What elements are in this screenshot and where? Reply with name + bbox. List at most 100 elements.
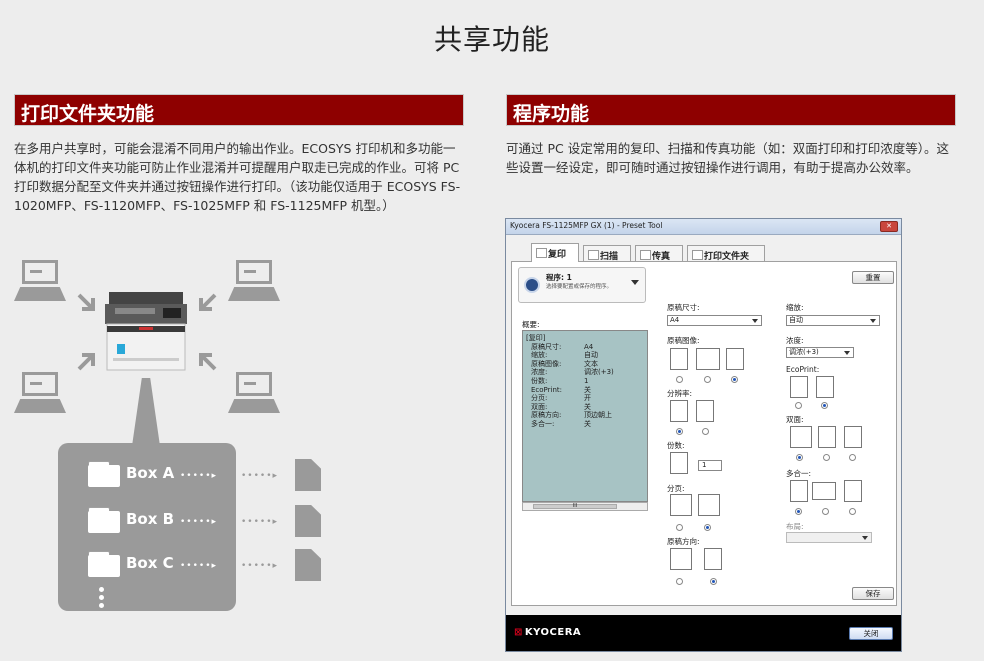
image-text-icon[interactable] xyxy=(670,348,688,370)
duplex-2to2-icon[interactable] xyxy=(844,426,862,448)
copies-icon xyxy=(670,452,688,474)
ecoprint-on-icon[interactable] xyxy=(816,376,834,398)
summary-row: 原稿方向: 顶边朝上 xyxy=(531,411,612,420)
ecoprint-radio[interactable] xyxy=(795,402,802,409)
density-select[interactable]: 调浓(+3) xyxy=(786,347,854,358)
layout-select[interactable] xyxy=(786,532,872,543)
ecoprint-radio[interactable] xyxy=(821,402,828,409)
printer-icon xyxy=(105,292,187,371)
collate-on-icon[interactable] xyxy=(698,494,720,516)
summary-row: EcoPrint: 关 xyxy=(531,385,591,394)
arrow-down-left-icon xyxy=(199,293,217,311)
arrow-up-right-icon xyxy=(77,353,95,371)
zoom-select[interactable]: 自动 xyxy=(786,315,880,326)
collate-label: 分页: xyxy=(667,484,685,493)
duplex-1to2-icon[interactable] xyxy=(818,426,836,448)
save-button[interactable]: 保存 xyxy=(852,587,894,600)
summary-list: [复印] 原稿尺寸: A4 缩放: 自动 原稿图像: 文本 浓度: 调浓(+3) 份数:… xyxy=(522,330,648,502)
duplex-label: 双面: xyxy=(786,415,804,424)
dots-arrow: •••••▸ xyxy=(180,471,218,481)
orientation-label: 原稿方向: xyxy=(667,537,700,546)
orientation-top-icon[interactable] xyxy=(670,548,692,570)
preset-tool-window: Kyocera FS-1125MFP GX (1) - Preset Tool … xyxy=(505,218,902,652)
resolution-label: 分辨率: xyxy=(667,389,693,398)
summary-row: 缩放: 自动 xyxy=(531,351,598,360)
layout-label: 布局: xyxy=(786,522,804,531)
arrow-up-left-icon xyxy=(199,353,217,371)
arrow-down-right-icon xyxy=(77,293,95,311)
print-folder-heading: 打印文件夹功能 xyxy=(14,94,464,126)
box-row: Box C •••••▸ •••••▸ xyxy=(88,547,321,581)
original-size-label: 原稿尺寸: xyxy=(667,303,700,312)
summary-row: 多合一: 关 xyxy=(531,419,591,428)
image-radio[interactable] xyxy=(676,376,683,383)
page-title: 共享功能 xyxy=(433,23,550,56)
summary-row: 分页: 开 xyxy=(531,394,591,403)
computer-icon xyxy=(14,260,66,304)
dots-arrow: •••••▸ xyxy=(180,561,218,571)
resolution-radio[interactable] xyxy=(702,428,709,435)
duplex-radio[interactable] xyxy=(823,454,830,461)
orientation-radio[interactable] xyxy=(710,578,717,585)
resolution-high-icon[interactable] xyxy=(670,400,688,422)
folder-icon xyxy=(88,461,120,487)
tab-scan[interactable]: 扫描 xyxy=(583,245,631,262)
summary-scrollbar[interactable]: III xyxy=(522,502,648,511)
combine-4in1-icon[interactable] xyxy=(844,480,862,502)
window-close-button[interactable]: ✕ xyxy=(880,221,898,232)
original-image-label: 原稿图像: xyxy=(667,336,700,345)
copies-stepper[interactable]: 1 xyxy=(698,460,722,471)
combine-off-icon[interactable] xyxy=(790,480,808,502)
computer-icon xyxy=(228,260,280,304)
summary-row: 浓度: 调浓(+3) xyxy=(531,368,614,377)
image-mixed-icon[interactable] xyxy=(726,348,744,370)
combine-radio[interactable] xyxy=(795,508,802,515)
combine-2in1-icon[interactable] xyxy=(812,482,836,500)
combine-radio[interactable] xyxy=(849,508,856,515)
kyocera-logo: ⊠ KYOCERA xyxy=(514,627,582,638)
original-size-select[interactable]: A4 xyxy=(667,315,762,326)
duplex-off-icon[interactable] xyxy=(790,426,812,448)
dots-arrow: •••••▸ xyxy=(241,561,279,571)
tab-copy[interactable]: 复印 xyxy=(531,243,579,262)
document-icon xyxy=(295,459,321,491)
summary-row: 份数: 1 xyxy=(531,376,589,385)
duplex-radio[interactable] xyxy=(796,454,803,461)
print-folder-illustration: Box A •••••▸ •••••▸ Box B •••••▸ •••••▸ … xyxy=(0,250,330,661)
dots-arrow: •••••▸ xyxy=(241,471,279,481)
orientation-radio[interactable] xyxy=(676,578,683,585)
program-heading: 程序功能 xyxy=(506,94,956,126)
ecoprint-off-icon[interactable] xyxy=(790,376,808,398)
folder-icon xyxy=(88,551,120,577)
resolution-radio[interactable] xyxy=(676,428,683,435)
chevron-down-icon xyxy=(631,280,639,285)
image-photo-icon[interactable] xyxy=(696,348,720,370)
collate-radio[interactable] xyxy=(676,524,683,531)
program-icon xyxy=(524,277,540,293)
orientation-left-icon[interactable] xyxy=(704,548,722,570)
close-button[interactable]: 关闭 xyxy=(849,627,893,640)
collate-off-icon[interactable] xyxy=(670,494,692,516)
program-hint: 选择要配置或保存的程序。 xyxy=(546,284,613,290)
summary-header: [复印] xyxy=(526,334,546,342)
image-radio[interactable] xyxy=(731,376,738,383)
duplex-radio[interactable] xyxy=(849,454,856,461)
print-folder-description: 在多用户共享时，可能会混淆不同用户的输出作业。ECOSYS 打印机和多功能一体机… xyxy=(14,141,461,213)
combine-radio[interactable] xyxy=(822,508,829,515)
box-label: Box A xyxy=(126,464,175,482)
image-radio[interactable] xyxy=(704,376,711,383)
computer-icon xyxy=(228,372,280,416)
collate-radio[interactable] xyxy=(704,524,711,531)
resolution-low-icon[interactable] xyxy=(696,400,714,422)
box-row: Box A •••••▸ •••••▸ xyxy=(88,457,321,491)
tab-fax[interactable]: 传真 xyxy=(635,245,683,262)
document-icon xyxy=(295,505,321,537)
computer-icon xyxy=(14,372,66,416)
program-selector[interactable]: 程序: 1 选择要配置或保存的程序。 xyxy=(518,267,646,303)
reset-button[interactable]: 重置 xyxy=(852,271,894,284)
box-label: Box B xyxy=(126,510,175,528)
tab-content: 程序: 1 选择要配置或保存的程序。 重置 概要: [复印] 原稿尺寸: A4 缩… xyxy=(511,261,897,606)
tab-print-folder[interactable]: 打印文件夹 xyxy=(687,245,765,262)
combine-label: 多合一: xyxy=(786,469,812,478)
density-label: 浓度: xyxy=(786,336,804,345)
